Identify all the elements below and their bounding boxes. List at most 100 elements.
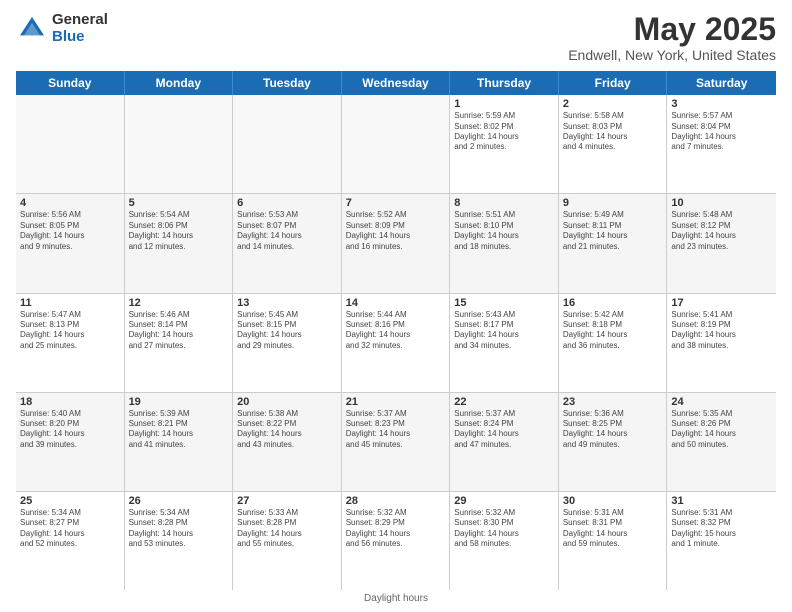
calendar-week-row: 25Sunrise: 5:34 AM Sunset: 8:27 PM Dayli… bbox=[16, 492, 776, 590]
day-info: Sunrise: 5:48 AM Sunset: 8:12 PM Dayligh… bbox=[671, 210, 772, 252]
title-block: May 2025 Endwell, New York, United State… bbox=[568, 12, 776, 63]
day-info: Sunrise: 5:47 AM Sunset: 8:13 PM Dayligh… bbox=[20, 310, 120, 352]
day-number: 9 bbox=[563, 197, 663, 209]
day-info: Sunrise: 5:57 AM Sunset: 8:04 PM Dayligh… bbox=[671, 111, 772, 153]
day-info: Sunrise: 5:49 AM Sunset: 8:11 PM Dayligh… bbox=[563, 210, 663, 252]
calendar-day-cell: 2Sunrise: 5:58 AM Sunset: 8:03 PM Daylig… bbox=[559, 95, 668, 193]
calendar-day-cell: 7Sunrise: 5:52 AM Sunset: 8:09 PM Daylig… bbox=[342, 194, 451, 292]
calendar-day-cell: 28Sunrise: 5:32 AM Sunset: 8:29 PM Dayli… bbox=[342, 492, 451, 590]
day-number: 29 bbox=[454, 495, 554, 507]
day-number: 18 bbox=[20, 396, 120, 408]
day-info: Sunrise: 5:31 AM Sunset: 8:32 PM Dayligh… bbox=[671, 508, 772, 550]
day-number: 1 bbox=[454, 98, 554, 110]
calendar-week-row: 4Sunrise: 5:56 AM Sunset: 8:05 PM Daylig… bbox=[16, 194, 776, 293]
calendar-day-cell: 3Sunrise: 5:57 AM Sunset: 8:04 PM Daylig… bbox=[667, 95, 776, 193]
calendar-day-cell: 9Sunrise: 5:49 AM Sunset: 8:11 PM Daylig… bbox=[559, 194, 668, 292]
calendar-week-row: 18Sunrise: 5:40 AM Sunset: 8:20 PM Dayli… bbox=[16, 393, 776, 492]
day-info: Sunrise: 5:34 AM Sunset: 8:28 PM Dayligh… bbox=[129, 508, 229, 550]
day-number: 24 bbox=[671, 396, 772, 408]
calendar-day-cell: 14Sunrise: 5:44 AM Sunset: 8:16 PM Dayli… bbox=[342, 294, 451, 392]
logo-text: General Blue bbox=[52, 12, 108, 45]
logo: General Blue bbox=[16, 12, 108, 45]
calendar-day-header: Wednesday bbox=[342, 71, 451, 95]
day-info: Sunrise: 5:44 AM Sunset: 8:16 PM Dayligh… bbox=[346, 310, 446, 352]
day-info: Sunrise: 5:56 AM Sunset: 8:05 PM Dayligh… bbox=[20, 210, 120, 252]
calendar-week-row: 1Sunrise: 5:59 AM Sunset: 8:02 PM Daylig… bbox=[16, 95, 776, 194]
day-number: 4 bbox=[20, 197, 120, 209]
day-number: 15 bbox=[454, 297, 554, 309]
day-number: 27 bbox=[237, 495, 337, 507]
calendar-day-header: Tuesday bbox=[233, 71, 342, 95]
calendar-day-cell: 19Sunrise: 5:39 AM Sunset: 8:21 PM Dayli… bbox=[125, 393, 234, 491]
day-info: Sunrise: 5:52 AM Sunset: 8:09 PM Dayligh… bbox=[346, 210, 446, 252]
logo-icon bbox=[16, 13, 48, 45]
day-number: 17 bbox=[671, 297, 772, 309]
calendar-day-cell: 12Sunrise: 5:46 AM Sunset: 8:14 PM Dayli… bbox=[125, 294, 234, 392]
calendar-day-cell: 13Sunrise: 5:45 AM Sunset: 8:15 PM Dayli… bbox=[233, 294, 342, 392]
day-info: Sunrise: 5:40 AM Sunset: 8:20 PM Dayligh… bbox=[20, 409, 120, 451]
day-number: 26 bbox=[129, 495, 229, 507]
calendar-empty-cell bbox=[16, 95, 125, 193]
day-number: 16 bbox=[563, 297, 663, 309]
day-number: 25 bbox=[20, 495, 120, 507]
calendar-day-cell: 29Sunrise: 5:32 AM Sunset: 8:30 PM Dayli… bbox=[450, 492, 559, 590]
calendar-day-cell: 17Sunrise: 5:41 AM Sunset: 8:19 PM Dayli… bbox=[667, 294, 776, 392]
day-info: Sunrise: 5:32 AM Sunset: 8:30 PM Dayligh… bbox=[454, 508, 554, 550]
calendar-body: 1Sunrise: 5:59 AM Sunset: 8:02 PM Daylig… bbox=[16, 95, 776, 590]
calendar-day-header: Monday bbox=[125, 71, 234, 95]
logo-general-text: General bbox=[52, 12, 108, 29]
day-number: 31 bbox=[671, 495, 772, 507]
day-number: 2 bbox=[563, 98, 663, 110]
calendar-day-cell: 24Sunrise: 5:35 AM Sunset: 8:26 PM Dayli… bbox=[667, 393, 776, 491]
calendar-day-cell: 31Sunrise: 5:31 AM Sunset: 8:32 PM Dayli… bbox=[667, 492, 776, 590]
day-info: Sunrise: 5:51 AM Sunset: 8:10 PM Dayligh… bbox=[454, 210, 554, 252]
calendar-day-cell: 18Sunrise: 5:40 AM Sunset: 8:20 PM Dayli… bbox=[16, 393, 125, 491]
day-number: 10 bbox=[671, 197, 772, 209]
day-number: 20 bbox=[237, 396, 337, 408]
calendar-empty-cell bbox=[125, 95, 234, 193]
day-number: 22 bbox=[454, 396, 554, 408]
day-info: Sunrise: 5:41 AM Sunset: 8:19 PM Dayligh… bbox=[671, 310, 772, 352]
calendar-day-cell: 23Sunrise: 5:36 AM Sunset: 8:25 PM Dayli… bbox=[559, 393, 668, 491]
calendar-day-cell: 6Sunrise: 5:53 AM Sunset: 8:07 PM Daylig… bbox=[233, 194, 342, 292]
day-number: 12 bbox=[129, 297, 229, 309]
day-info: Sunrise: 5:33 AM Sunset: 8:28 PM Dayligh… bbox=[237, 508, 337, 550]
calendar-day-cell: 4Sunrise: 5:56 AM Sunset: 8:05 PM Daylig… bbox=[16, 194, 125, 292]
logo-blue-text: Blue bbox=[52, 29, 108, 46]
calendar-day-cell: 1Sunrise: 5:59 AM Sunset: 8:02 PM Daylig… bbox=[450, 95, 559, 193]
day-number: 14 bbox=[346, 297, 446, 309]
day-info: Sunrise: 5:53 AM Sunset: 8:07 PM Dayligh… bbox=[237, 210, 337, 252]
main-title: May 2025 bbox=[568, 12, 776, 47]
calendar-day-cell: 25Sunrise: 5:34 AM Sunset: 8:27 PM Dayli… bbox=[16, 492, 125, 590]
day-info: Sunrise: 5:34 AM Sunset: 8:27 PM Dayligh… bbox=[20, 508, 120, 550]
calendar: SundayMondayTuesdayWednesdayThursdayFrid… bbox=[16, 71, 776, 590]
day-number: 23 bbox=[563, 396, 663, 408]
calendar-day-cell: 26Sunrise: 5:34 AM Sunset: 8:28 PM Dayli… bbox=[125, 492, 234, 590]
day-number: 11 bbox=[20, 297, 120, 309]
day-info: Sunrise: 5:36 AM Sunset: 8:25 PM Dayligh… bbox=[563, 409, 663, 451]
calendar-day-cell: 5Sunrise: 5:54 AM Sunset: 8:06 PM Daylig… bbox=[125, 194, 234, 292]
calendar-day-cell: 8Sunrise: 5:51 AM Sunset: 8:10 PM Daylig… bbox=[450, 194, 559, 292]
day-number: 13 bbox=[237, 297, 337, 309]
day-number: 5 bbox=[129, 197, 229, 209]
day-info: Sunrise: 5:45 AM Sunset: 8:15 PM Dayligh… bbox=[237, 310, 337, 352]
footer-note: Daylight hours bbox=[16, 590, 776, 604]
day-info: Sunrise: 5:39 AM Sunset: 8:21 PM Dayligh… bbox=[129, 409, 229, 451]
calendar-day-cell: 22Sunrise: 5:37 AM Sunset: 8:24 PM Dayli… bbox=[450, 393, 559, 491]
calendar-day-header: Friday bbox=[559, 71, 668, 95]
day-info: Sunrise: 5:42 AM Sunset: 8:18 PM Dayligh… bbox=[563, 310, 663, 352]
subtitle: Endwell, New York, United States bbox=[568, 47, 776, 63]
day-info: Sunrise: 5:31 AM Sunset: 8:31 PM Dayligh… bbox=[563, 508, 663, 550]
day-number: 30 bbox=[563, 495, 663, 507]
calendar-day-cell: 27Sunrise: 5:33 AM Sunset: 8:28 PM Dayli… bbox=[233, 492, 342, 590]
page: General Blue May 2025 Endwell, New York,… bbox=[0, 0, 792, 612]
day-info: Sunrise: 5:46 AM Sunset: 8:14 PM Dayligh… bbox=[129, 310, 229, 352]
calendar-header: SundayMondayTuesdayWednesdayThursdayFrid… bbox=[16, 71, 776, 95]
day-number: 19 bbox=[129, 396, 229, 408]
day-info: Sunrise: 5:59 AM Sunset: 8:02 PM Dayligh… bbox=[454, 111, 554, 153]
calendar-empty-cell bbox=[342, 95, 451, 193]
calendar-day-header: Sunday bbox=[16, 71, 125, 95]
header: General Blue May 2025 Endwell, New York,… bbox=[16, 12, 776, 63]
calendar-week-row: 11Sunrise: 5:47 AM Sunset: 8:13 PM Dayli… bbox=[16, 294, 776, 393]
day-number: 7 bbox=[346, 197, 446, 209]
